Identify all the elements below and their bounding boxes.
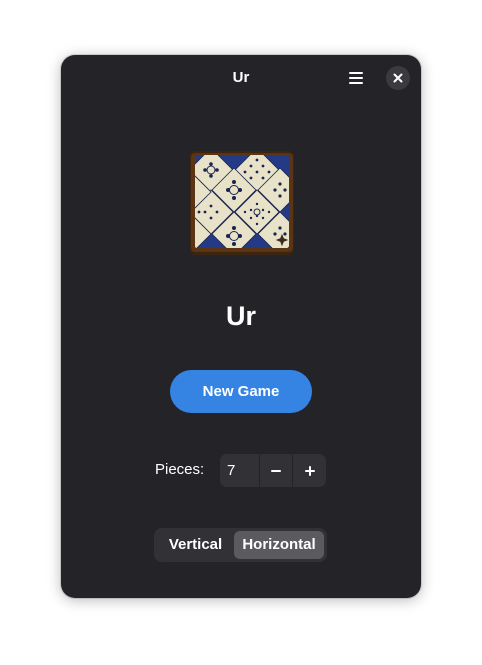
- main-menu-button[interactable]: [342, 65, 370, 91]
- decrement-button[interactable]: [260, 454, 294, 487]
- close-button[interactable]: [386, 66, 410, 90]
- royal-game-of-ur-board-icon: [190, 151, 294, 255]
- pieces-spin-button: 7: [220, 454, 326, 487]
- plus-icon: [304, 465, 315, 476]
- new-game-button[interactable]: New Game: [170, 370, 312, 413]
- increment-button[interactable]: [293, 454, 326, 487]
- app-name-heading: Ur: [225, 301, 256, 331]
- minus-icon: [271, 469, 281, 472]
- app-window: Ur Ur New Game Pieces: 7 Vertical Horizo…: [61, 55, 421, 598]
- pieces-label: Pieces:: [155, 461, 205, 478]
- orientation-horizontal-toggle[interactable]: Horizontal: [234, 531, 324, 559]
- pieces-value-input[interactable]: 7: [220, 454, 260, 487]
- hamburger-menu-icon: [349, 72, 363, 84]
- orientation-vertical-toggle[interactable]: Vertical: [157, 531, 234, 559]
- close-icon: [393, 73, 403, 83]
- orientation-toggle-group: Vertical Horizontal: [154, 528, 327, 562]
